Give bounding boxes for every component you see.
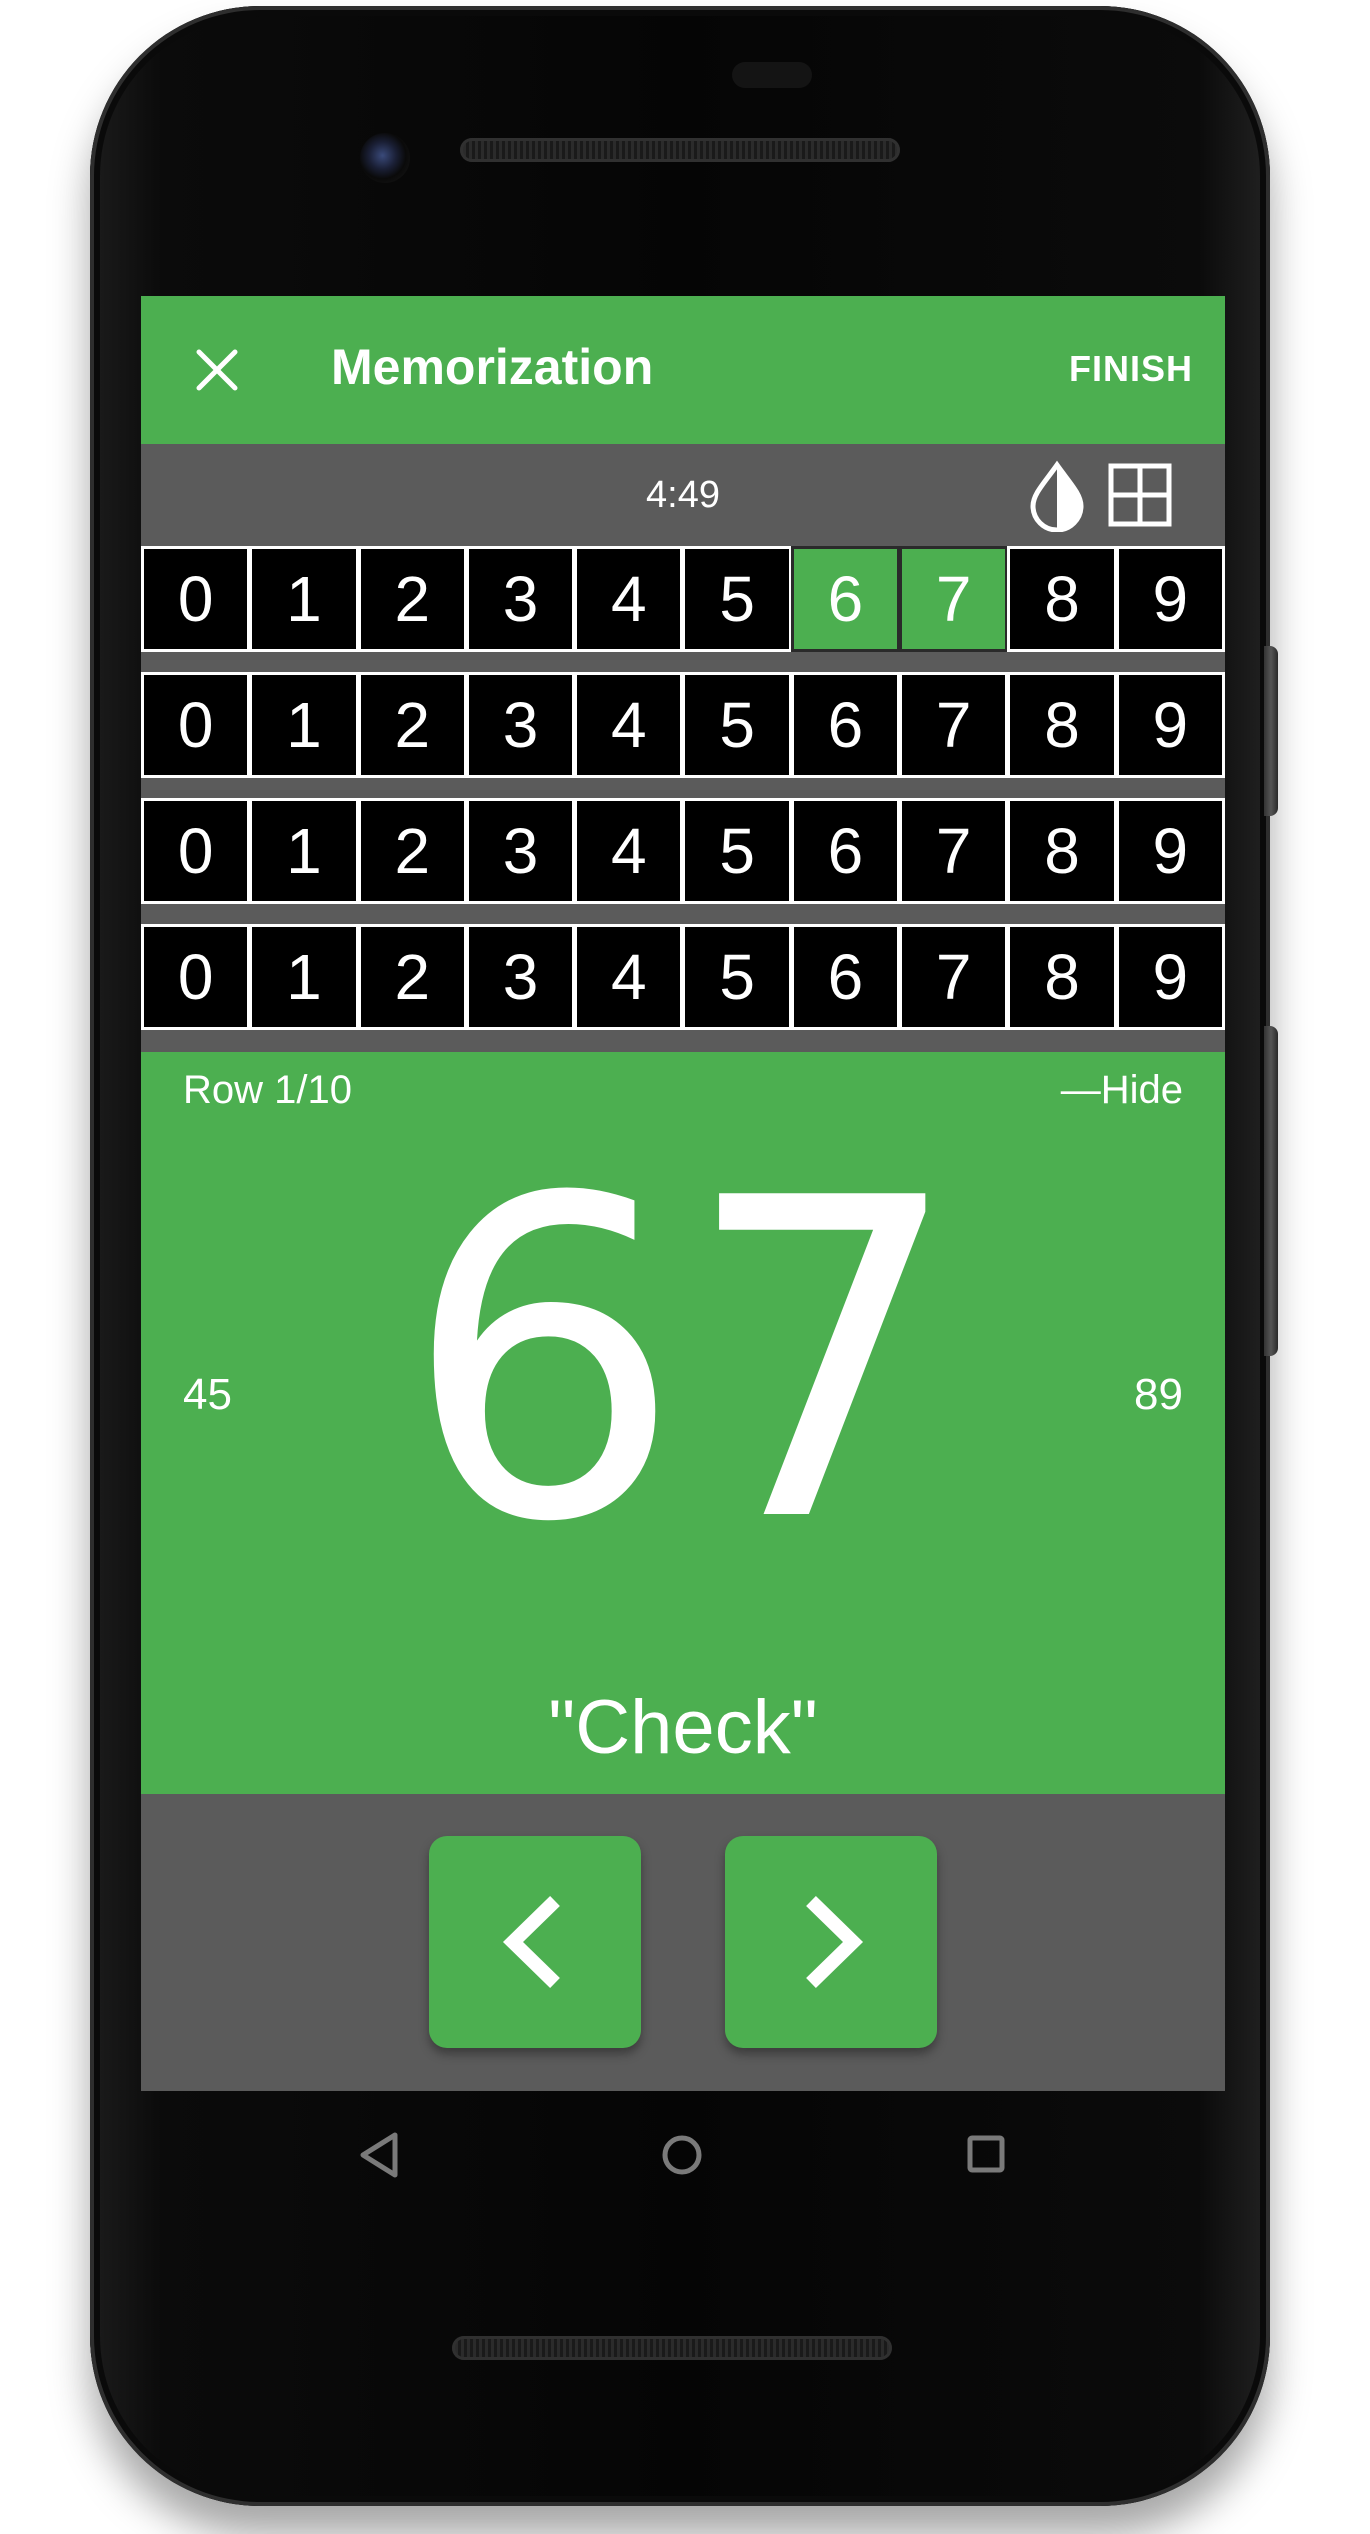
digit-cell[interactable]: 5: [682, 672, 792, 778]
volume-button: [1264, 1026, 1278, 1356]
bottom-speaker-grille: [452, 2336, 892, 2360]
timer-bar: 4:49: [141, 444, 1225, 546]
digit-row: 0123456789: [141, 546, 1225, 652]
digit-cell[interactable]: 2: [357, 546, 467, 652]
digit-cell[interactable]: 6: [790, 546, 901, 652]
digit-cell[interactable]: 5: [682, 924, 792, 1030]
digit-cell[interactable]: 3: [465, 546, 576, 652]
app-bar: Memorization FINISH: [141, 296, 1225, 444]
digit-cell[interactable]: 4: [574, 546, 684, 652]
proximity-sensor: [732, 62, 812, 88]
home-circle-icon[interactable]: [652, 2125, 712, 2185]
digit-cell[interactable]: 5: [682, 546, 792, 652]
grid-view-icon[interactable]: [1107, 462, 1173, 528]
digit-cell[interactable]: 7: [899, 672, 1009, 778]
digit-cell[interactable]: 9: [1115, 924, 1225, 1030]
digit-row: 0123456789: [141, 672, 1225, 778]
previous-button[interactable]: [429, 1836, 641, 2048]
row-counter: Row 1/10: [183, 1068, 352, 1112]
chevron-right-icon: [806, 1895, 864, 1989]
digit-cell[interactable]: 0: [141, 798, 251, 904]
digit-cell[interactable]: 1: [249, 672, 359, 778]
digit-cell[interactable]: 4: [574, 672, 684, 778]
digit-cell[interactable]: 4: [574, 924, 684, 1030]
navigation-controls: [141, 1794, 1225, 2091]
next-button[interactable]: [725, 1836, 937, 2048]
digit-cell[interactable]: 0: [141, 546, 251, 652]
top-speaker-grille: [460, 138, 900, 162]
digit-cell[interactable]: 4: [574, 798, 684, 904]
digit-cell[interactable]: 8: [1007, 546, 1117, 652]
digit-cell[interactable]: 6: [790, 798, 901, 904]
digit-cell[interactable]: 6: [790, 924, 901, 1030]
chevron-left-icon: [502, 1895, 560, 1989]
app-screen: Memorization FINISH 4:49 012345678901234…: [141, 296, 1225, 2091]
digit-cell[interactable]: 9: [1115, 546, 1225, 652]
digit-cell[interactable]: 3: [465, 672, 576, 778]
next-pair: 89: [1134, 1370, 1183, 1419]
digit-cell[interactable]: 8: [1007, 672, 1117, 778]
close-icon[interactable]: [189, 342, 245, 398]
digit-cell[interactable]: 0: [141, 924, 251, 1030]
digit-row: 0123456789: [141, 798, 1225, 904]
front-camera: [360, 133, 410, 183]
digit-cell[interactable]: 7: [899, 546, 1009, 652]
mnemonic-word: "Check": [548, 1685, 818, 1770]
digit-cell[interactable]: 2: [357, 798, 467, 904]
digit-cell[interactable]: 8: [1007, 798, 1117, 904]
digit-cell[interactable]: 0: [141, 672, 251, 778]
digit-cell[interactable]: 3: [465, 924, 576, 1030]
digit-cell[interactable]: 2: [357, 672, 467, 778]
current-pair-panel: Row 1/10 —Hide 45 67 89 "Check": [141, 1052, 1225, 1794]
digit-cell[interactable]: 1: [249, 798, 359, 904]
digit-cell[interactable]: 1: [249, 546, 359, 652]
digit-cell[interactable]: 6: [790, 672, 901, 778]
contrast-drop-icon[interactable]: [1025, 460, 1089, 532]
digit-row: 0123456789: [141, 924, 1225, 1030]
hide-button[interactable]: —Hide: [1061, 1068, 1183, 1113]
back-triangle-icon[interactable]: [355, 2125, 405, 2185]
digit-cell[interactable]: 2: [357, 924, 467, 1030]
digit-cell[interactable]: 9: [1115, 798, 1225, 904]
digit-cell[interactable]: 1: [249, 924, 359, 1030]
digit-cell[interactable]: 7: [899, 798, 1009, 904]
power-button: [1264, 646, 1278, 816]
digit-cell[interactable]: 5: [682, 798, 792, 904]
digit-cell[interactable]: 3: [465, 798, 576, 904]
finish-button[interactable]: FINISH: [1069, 348, 1193, 390]
page-title: Memorization: [331, 339, 654, 395]
digit-cell[interactable]: 8: [1007, 924, 1117, 1030]
recents-square-icon[interactable]: [955, 2125, 1015, 2185]
digit-cell[interactable]: 9: [1115, 672, 1225, 778]
digit-cell[interactable]: 7: [899, 924, 1009, 1030]
current-pair-number: 67: [403, 1106, 963, 1618]
